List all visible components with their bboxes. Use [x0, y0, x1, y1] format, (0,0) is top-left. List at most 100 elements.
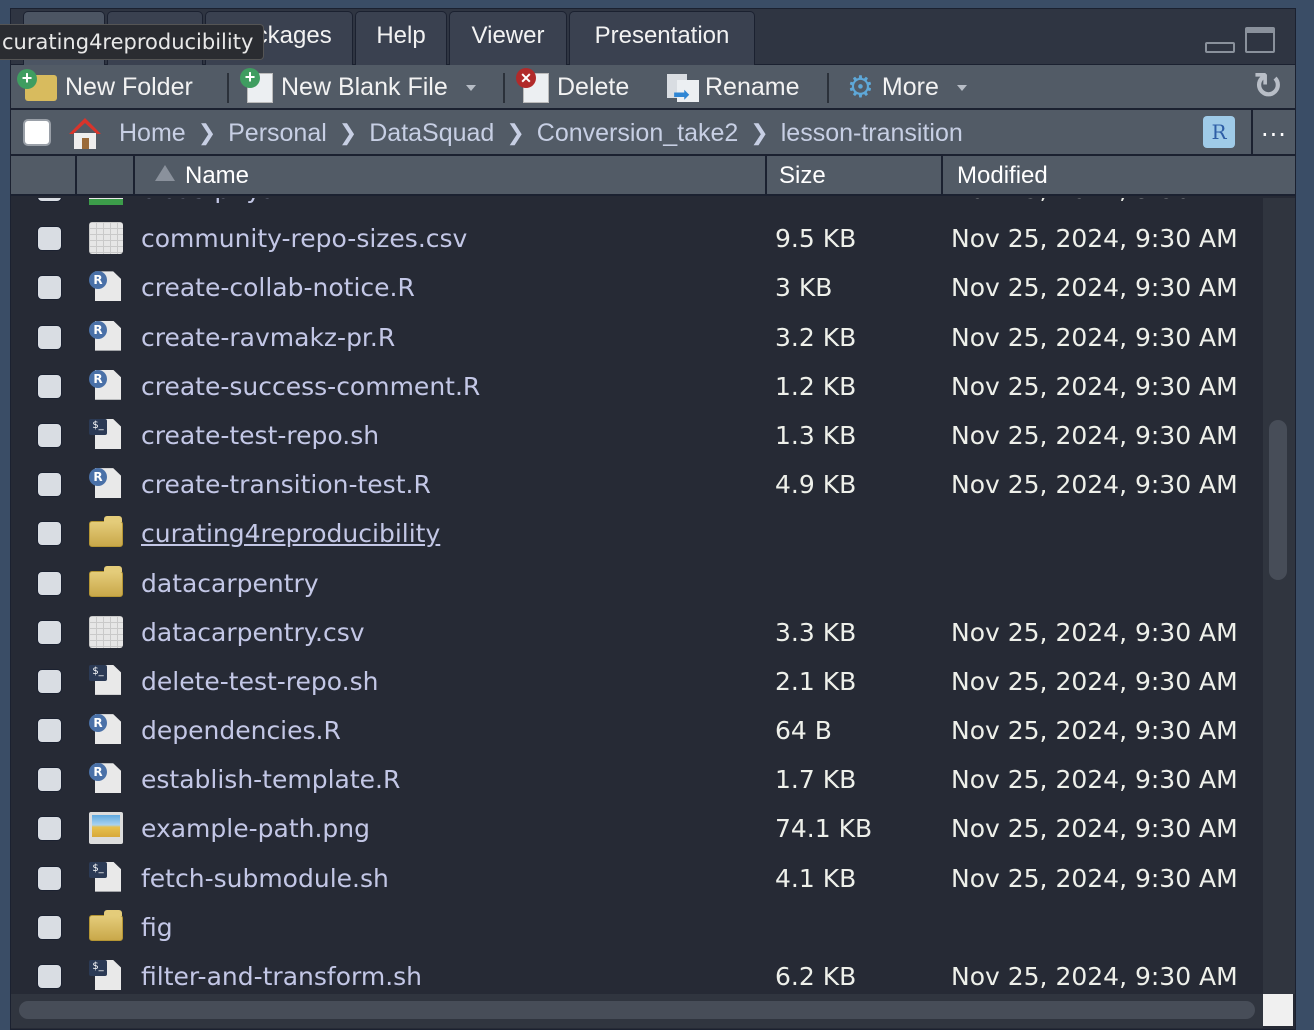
row-checkbox[interactable] [37, 422, 62, 448]
file-row[interactable]: Rcreate-success-comment.R 1.2 KB Nov 25, 2… [11, 362, 1263, 411]
breadcrumb-datasquad[interactable]: DataSquad [369, 119, 494, 148]
file-row[interactable]: Rcreate-ravmakz-pr.R 3.2 KB Nov 25, 2024, … [11, 313, 1263, 362]
file-row[interactable]: Rcreate-transition-test.R 4.9 KB Nov 25, 2… [11, 460, 1263, 509]
refresh-icon[interactable]: ↻ [1253, 67, 1283, 107]
row-checkbox[interactable] [37, 865, 62, 891]
file-row[interactable]: $_ filter-and-transform.sh 6.2 KB Nov 25, 2… [11, 952, 1263, 994]
vertical-scroll-thumb[interactable] [1269, 420, 1287, 580]
file-name-link[interactable]: create-collab-notice.R [141, 263, 415, 312]
row-checkbox[interactable] [37, 767, 62, 793]
file-row[interactable]: $_ fetch-submodule.sh 4.1 KB Nov 25, 2024, … [11, 854, 1263, 903]
breadcrumb-conversion-take2[interactable]: Conversion_take2 [537, 119, 739, 148]
file-name-link[interactable]: datacarpentry.csv [141, 608, 365, 657]
file-name-link[interactable]: filter-and-transform.sh [141, 952, 422, 994]
breadcrumb-home[interactable]: Home [119, 119, 186, 148]
file-modified: Nov 25, 2024, 9:30 AM [951, 224, 1238, 254]
file-row[interactable]: fig [11, 903, 1263, 952]
go-to-directory-button[interactable]: ... [1261, 114, 1287, 142]
file-row[interactable]: datacarpentry.csv 3.3 KB Nov 25, 2024, 9:3… [11, 608, 1263, 657]
row-checkbox[interactable] [37, 718, 62, 744]
row-checkbox[interactable] [37, 570, 62, 596]
row-checkbox[interactable] [37, 914, 62, 940]
file-name-link[interactable]: dependencies.R [141, 706, 341, 755]
file-name-link[interactable]: create-test-repo.sh [141, 411, 379, 460]
file-row[interactable]: close-pr.yaml 2.4 KB Nov 25, 2024, 9:30 AM [11, 198, 1263, 214]
sort-ascending-icon [155, 165, 175, 181]
folder-icon [89, 565, 123, 599]
breadcrumb-lesson-transition[interactable]: lesson-transition [781, 119, 963, 148]
horizontal-scroll-thumb[interactable] [19, 1001, 1255, 1019]
file-row[interactable]: example-path.png 74.1 KB Nov 25, 2024, 9:3… [11, 804, 1263, 853]
delete-button[interactable]: ✕ Delete [516, 65, 629, 110]
file-name-link[interactable]: create-ravmakz-pr.R [141, 313, 395, 362]
file-name-link[interactable]: example-path.png [141, 804, 370, 853]
row-checkbox[interactable] [37, 373, 62, 399]
file-row[interactable]: $_ delete-test-repo.sh 2.1 KB Nov 25, 2024,… [11, 657, 1263, 706]
file-name-link[interactable]: community-repo-sizes.csv [141, 214, 467, 263]
vertical-scrollbar[interactable] [1263, 198, 1295, 994]
row-checkbox[interactable] [37, 226, 62, 252]
tab-viewer[interactable]: Viewer [449, 11, 567, 65]
file-name-link[interactable]: close-pr.yaml [141, 198, 308, 214]
new-blank-file-button[interactable]: + New Blank File [240, 65, 476, 110]
new-folder-button[interactable]: + New Folder [17, 65, 193, 110]
select-all-checkbox[interactable] [23, 119, 51, 146]
file-row[interactable]: Rdependencies.R 64 B Nov 25, 2024, 9:30 AM [11, 706, 1263, 755]
file-name-link[interactable]: fig [141, 903, 173, 952]
file-size: 9.5 KB [775, 224, 857, 254]
header-size[interactable]: Size [767, 156, 943, 196]
r-project-icon[interactable]: R [1203, 116, 1235, 148]
file-size: 6.2 KB [775, 962, 857, 991]
file-name-link[interactable]: curating4reproducibility [141, 509, 440, 558]
row-checkbox[interactable] [37, 275, 62, 301]
file-modified: Nov 25, 2024, 9:30 AM [951, 617, 1238, 647]
shell-script-icon: $_ [89, 861, 123, 894]
file-size: 4.1 KB [775, 863, 857, 893]
header-checkbox-col [11, 156, 77, 196]
row-checkbox[interactable] [37, 668, 62, 694]
file-name-link[interactable]: create-success-comment.R [141, 362, 480, 411]
row-checkbox[interactable] [37, 816, 62, 842]
rename-button[interactable]: ➡ Rename [667, 65, 800, 110]
breadcrumb-bar: Home ❯ Personal ❯ DataSquad ❯ Conversion… [11, 110, 1295, 156]
header-modified[interactable]: Modified [943, 156, 1295, 196]
chevron-right-icon: ❯ [506, 120, 525, 145]
file-name-link[interactable]: datacarpentry [141, 559, 319, 608]
file-name-link[interactable]: establish-template.R [141, 755, 400, 804]
chevron-right-icon: ❯ [750, 120, 769, 145]
header-icon-col [77, 156, 135, 196]
shell-script-icon: $_ [89, 960, 123, 992]
file-name-link[interactable]: fetch-submodule.sh [141, 854, 389, 903]
horizontal-scrollbar[interactable] [11, 994, 1263, 1028]
minimize-pane-icon[interactable] [1205, 42, 1235, 53]
file-size: 3.3 KB [775, 617, 857, 647]
file-row[interactable]: Rcreate-collab-notice.R 3 KB Nov 25, 2024,… [11, 263, 1263, 312]
row-checkbox[interactable] [37, 198, 62, 202]
file-size: 1.3 KB [775, 420, 857, 450]
r-file-icon: R [89, 763, 123, 795]
row-checkbox[interactable] [37, 619, 62, 645]
row-checkbox[interactable] [37, 324, 62, 350]
file-modified: Nov 25, 2024, 9:30 AM [951, 198, 1238, 214]
file-name-link[interactable]: create-transition-test.R [141, 460, 431, 509]
row-checkbox[interactable] [37, 964, 62, 989]
chevron-down-icon [956, 84, 967, 91]
maximize-pane-icon[interactable] [1245, 27, 1275, 53]
file-name-link[interactable]: delete-test-repo.sh [141, 657, 378, 706]
home-icon[interactable] [67, 116, 103, 150]
file-row[interactable]: curating4reproducibility [11, 509, 1263, 558]
file-modified: Nov 25, 2024, 9:30 AM [951, 371, 1238, 401]
gear-icon: ⚙ [847, 70, 874, 104]
breadcrumb-personal[interactable]: Personal [228, 119, 327, 148]
more-label: More [881, 73, 939, 101]
file-row[interactable]: community-repo-sizes.csv 9.5 KB Nov 25, 20… [11, 214, 1263, 263]
file-row[interactable]: Restablish-template.R 1.7 KB Nov 25, 2024,… [11, 755, 1263, 804]
tab-presentation[interactable]: Presentation [569, 11, 755, 65]
header-name[interactable]: Name [135, 156, 767, 196]
tab-help[interactable]: Help [355, 11, 447, 65]
file-row[interactable]: datacarpentry [11, 559, 1263, 608]
row-checkbox[interactable] [37, 472, 62, 498]
more-button[interactable]: ⚙ More [847, 65, 967, 110]
file-row[interactable]: $_ create-test-repo.sh 1.3 KB Nov 25, 2024,… [11, 411, 1263, 460]
row-checkbox[interactable] [37, 521, 62, 547]
